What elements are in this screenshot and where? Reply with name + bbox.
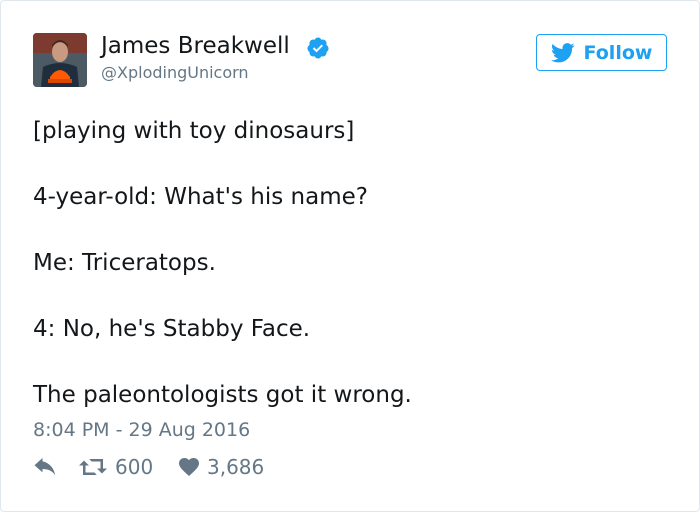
tweet-text-line: 4-year-old: What's his name?: [33, 184, 368, 210]
reply-icon: [34, 458, 56, 476]
follow-button[interactable]: Follow: [536, 34, 667, 71]
retweet-count: 600: [115, 455, 154, 479]
retweet-button[interactable]: 600: [79, 455, 153, 479]
heart-icon: [179, 458, 199, 476]
retweet-icon: [79, 459, 107, 475]
timestamp[interactable]: 8:04 PM - 29 Aug 2016: [33, 419, 250, 441]
follow-label: Follow: [583, 41, 653, 64]
tweet-text-line: 4: No, he's Stabby Face.: [33, 316, 311, 342]
verified-badge-icon: [307, 37, 329, 59]
tweet-text-line: Me: Triceratops.: [33, 250, 216, 276]
twitter-bird-icon: [550, 42, 575, 62]
author-name[interactable]: James Breakwell: [101, 33, 290, 59]
avatar[interactable]: [33, 33, 87, 87]
like-count: 3,686: [207, 455, 265, 479]
tweet-card: James Breakwell @XplodingUnicorn Follow …: [0, 0, 700, 512]
like-button[interactable]: 3,686: [179, 455, 264, 479]
reply-button[interactable]: [33, 458, 57, 478]
tweet-text-line: [playing with toy dinosaurs]: [33, 118, 355, 144]
tweet-text-line: The paleontologists got it wrong.: [33, 382, 412, 408]
author-handle[interactable]: @XplodingUnicorn: [101, 63, 249, 82]
